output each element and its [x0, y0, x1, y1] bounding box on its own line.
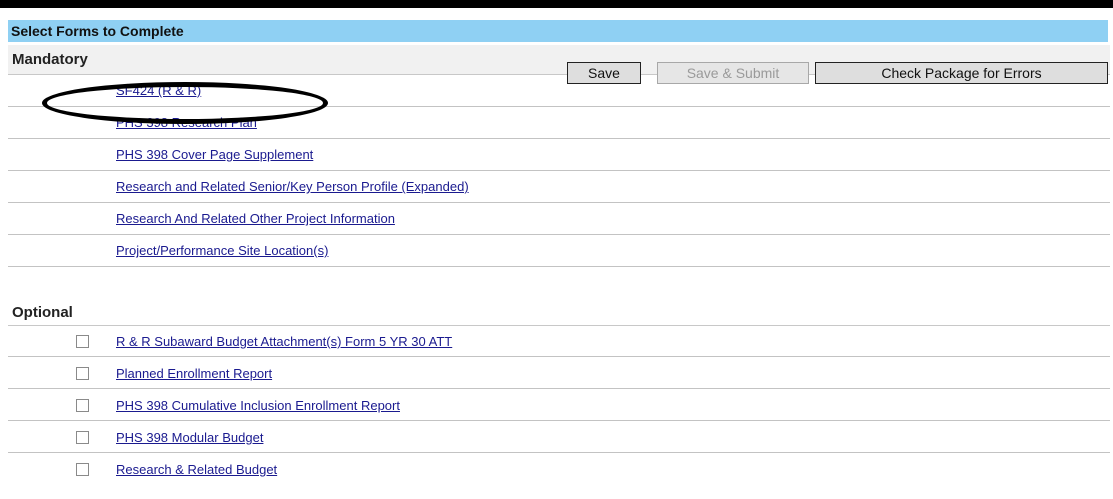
form-link-planned-enrollment[interactable]: Planned Enrollment Report — [116, 366, 272, 382]
optional-label: Optional — [12, 304, 73, 321]
optional-form-row: PHS 398 Modular Budget — [8, 423, 1110, 453]
optional-section-header: Optional — [8, 300, 1110, 326]
mandatory-form-row: Research and Related Senior/Key Person P… — [8, 171, 1110, 203]
form-link-modular-budget[interactable]: PHS 398 Modular Budget — [116, 430, 263, 446]
highlight-oval — [42, 82, 328, 124]
form-link-subaward-budget[interactable]: R & R Subaward Budget Attachment(s) Form… — [116, 334, 452, 350]
mandatory-form-row: Project/Performance Site Location(s) — [8, 235, 1110, 267]
top-divider — [0, 0, 1113, 8]
form-checkbox[interactable] — [76, 431, 89, 444]
section-header: Select Forms to Complete — [8, 20, 1108, 42]
mandatory-label: Mandatory — [12, 51, 88, 68]
form-checkbox[interactable] — [76, 399, 89, 412]
optional-form-row: R & R Subaward Budget Attachment(s) Form… — [8, 327, 1110, 357]
form-link-other-project-info[interactable]: Research And Related Other Project Infor… — [116, 211, 395, 227]
form-checkbox[interactable] — [76, 367, 89, 380]
form-link-senior-key-person[interactable]: Research and Related Senior/Key Person P… — [116, 179, 469, 195]
form-link-site-locations[interactable]: Project/Performance Site Location(s) — [116, 243, 328, 259]
form-link-cover-page-supplement[interactable]: PHS 398 Cover Page Supplement — [116, 147, 313, 163]
optional-form-row: Planned Enrollment Report — [8, 359, 1110, 389]
mandatory-form-row: PHS 398 Cover Page Supplement — [8, 139, 1110, 171]
form-checkbox[interactable] — [76, 463, 89, 476]
optional-form-row: PHS 398 Cumulative Inclusion Enrollment … — [8, 391, 1110, 421]
section-header-title: Select Forms to Complete — [11, 23, 184, 39]
form-checkbox[interactable] — [76, 335, 89, 348]
form-link-cumulative-inclusion[interactable]: PHS 398 Cumulative Inclusion Enrollment … — [116, 398, 400, 414]
optional-form-row: Research & Related Budget — [8, 455, 1110, 485]
form-link-related-budget[interactable]: Research & Related Budget — [116, 462, 277, 478]
mandatory-form-row: Research And Related Other Project Infor… — [8, 203, 1110, 235]
